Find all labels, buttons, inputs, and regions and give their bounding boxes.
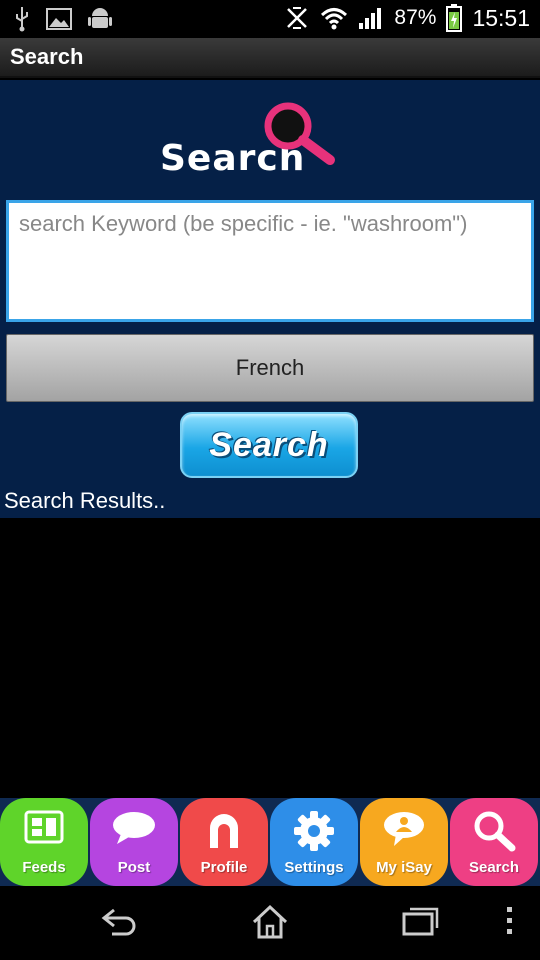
tab-settings[interactable]: Settings [270,798,358,886]
android-icon [88,8,112,28]
search-button-label: Search [209,425,329,464]
wifi-icon [321,8,348,30]
magnifier-icon [474,811,516,852]
bottom-tab-bar: Feeds Post Profile Settings My iSay Sear… [0,798,540,886]
magnifier-logo-icon [264,102,335,165]
tab-search[interactable]: Search [450,798,538,886]
system-nav-bar [0,886,540,960]
profile-icon [210,814,238,848]
battery-charging-icon [446,4,463,32]
tab-label: Search [468,859,520,876]
recents-icon[interactable] [400,904,440,938]
page-title: Search [10,44,84,69]
clock: 15:51 [472,4,530,31]
tab-feeds[interactable]: Feeds [0,798,88,886]
tab-my-isay[interactable]: My iSay [360,798,448,886]
search-button[interactable]: Search [180,412,358,478]
language-select[interactable]: French [6,334,534,402]
gear-icon [294,811,334,851]
search-results-label: Search Results.. [4,488,166,513]
feeds-icon [24,810,64,844]
vibrate-off-icon [287,7,308,29]
image-icon [46,8,72,30]
language-select-value: French [235,355,305,380]
home-icon[interactable] [250,904,290,940]
keyword-search-input[interactable] [6,200,534,322]
overflow-menu-icon[interactable] [504,904,516,938]
tab-post[interactable]: Post [90,798,178,886]
tab-label: Settings [284,859,344,876]
action-bar: Search [0,38,540,78]
usb-icon [16,7,28,32]
status-bar: 87% 15:51 [0,0,540,38]
search-logo: Search [160,100,340,180]
signal-icon [359,8,382,29]
tab-label: Profile [200,859,248,876]
search-panel: Search French Search Search Results.. [0,80,540,518]
tab-label: Post [117,859,151,876]
tab-label: My iSay [376,859,432,876]
back-icon[interactable] [100,904,140,938]
tab-label: Feeds [22,859,66,876]
speech-bubble-icon [113,812,155,844]
my-isay-icon [384,812,424,846]
tab-profile[interactable]: Profile [180,798,268,886]
battery-percent: 87% [394,6,437,29]
